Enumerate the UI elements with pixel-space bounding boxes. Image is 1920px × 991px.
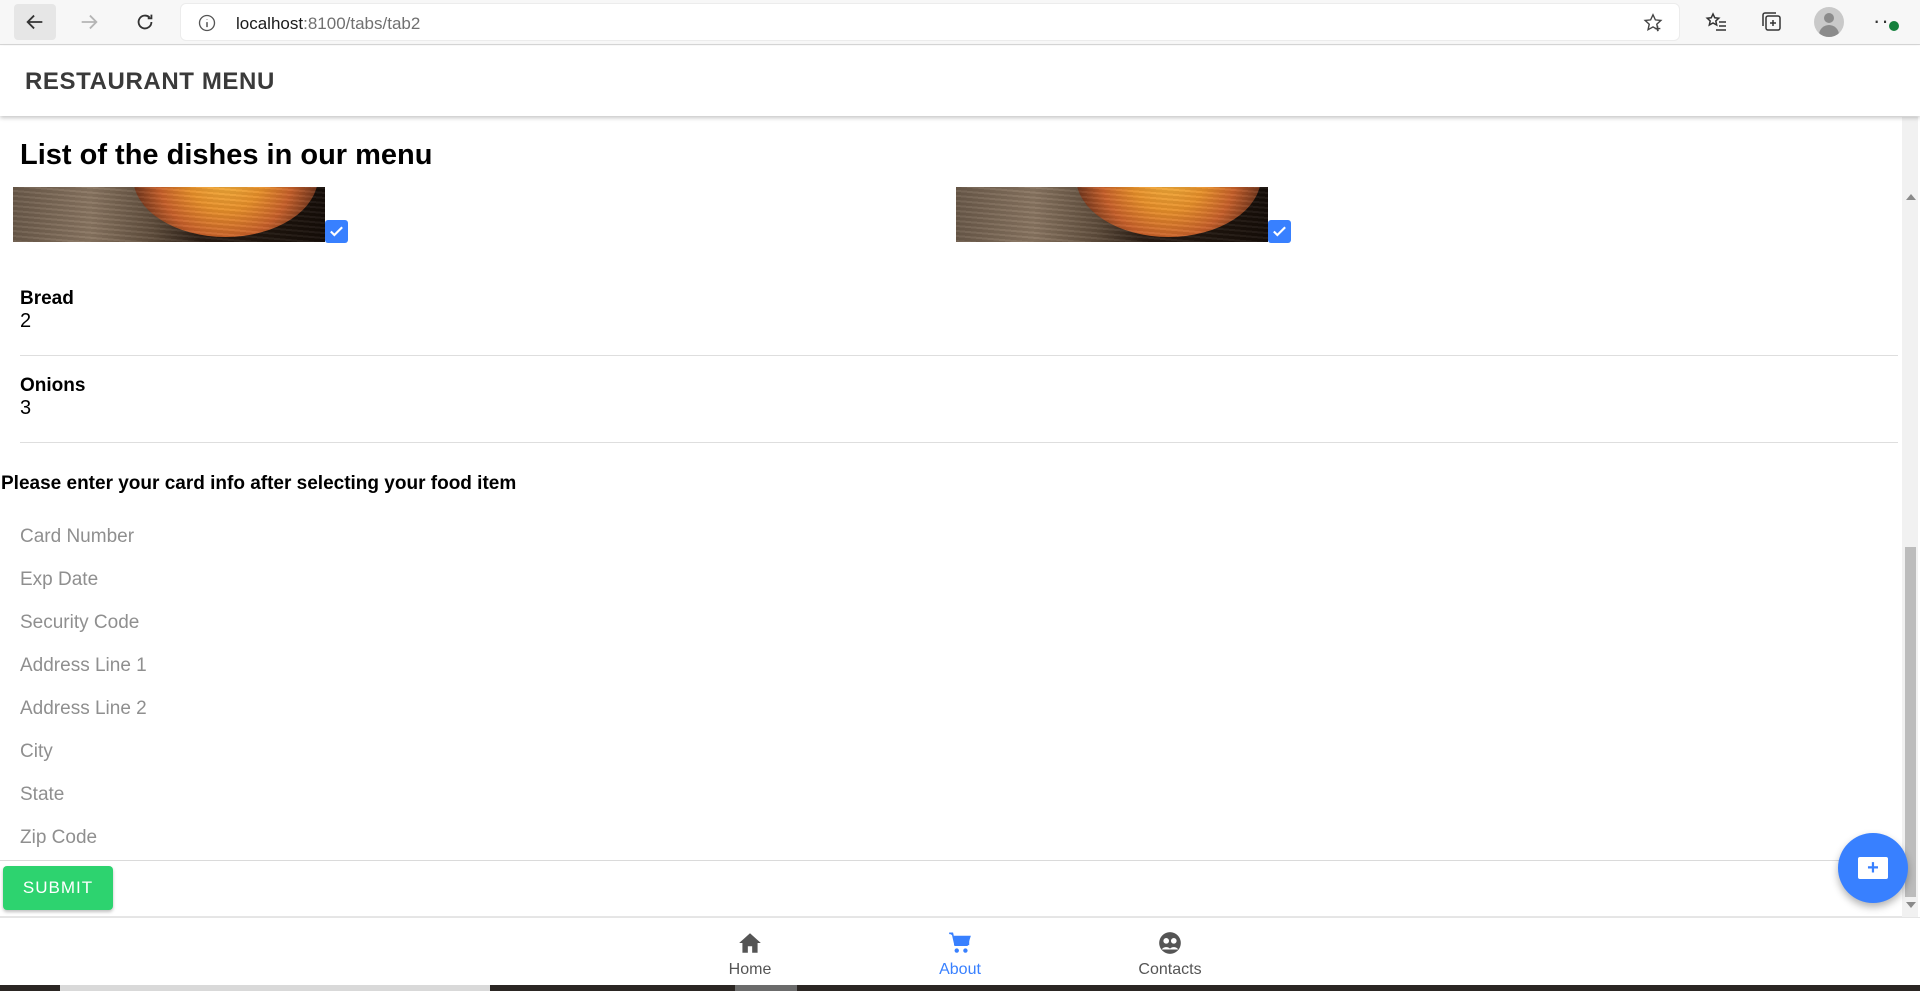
dish-checkbox[interactable] (1268, 220, 1291, 243)
dish-quantity: 3 (20, 397, 32, 419)
checkmark-icon (1273, 226, 1286, 237)
tab-home[interactable]: Home (690, 918, 810, 986)
browser-toolbar: localhost:8100/tabs/tab2 ··· (0, 0, 1920, 45)
security-code-input[interactable] (20, 606, 1880, 640)
address-bar[interactable]: localhost:8100/tabs/tab2 (180, 3, 1680, 41)
state-input[interactable] (20, 778, 1880, 812)
content-scrollbar[interactable] (1902, 117, 1918, 917)
tab-label: About (939, 961, 981, 978)
tab-label: Home (728, 961, 772, 978)
dish-image (13, 187, 325, 242)
submit-row: SUBMIT (0, 860, 1904, 917)
main-content: List of the dishes in our menu Bread 2 O… (0, 117, 1920, 917)
collections-icon (1762, 12, 1781, 31)
reload-button[interactable] (124, 4, 166, 40)
add-favorite-icon[interactable] (1641, 12, 1665, 34)
tab-contacts[interactable]: Contacts (1110, 918, 1230, 986)
favorites-icon (1705, 12, 1726, 31)
collections-button[interactable] (1758, 8, 1786, 36)
bottom-tab-bar: Home About Contacts (0, 917, 1920, 985)
scroll-up-arrow-icon[interactable] (1906, 194, 1916, 200)
update-badge-icon (1887, 19, 1901, 33)
os-taskbar-edge (0, 985, 1920, 991)
cart-icon (949, 932, 971, 953)
city-input[interactable] (20, 735, 1880, 769)
people-icon (1159, 932, 1181, 954)
add-fab-button[interactable]: + (1838, 833, 1908, 903)
scrollbar-thumb[interactable] (1905, 547, 1916, 897)
add-icon: + (1858, 857, 1888, 879)
dish-name: Onions (20, 375, 86, 396)
dish-quantity: 2 (20, 310, 32, 332)
submit-button[interactable]: SUBMIT (3, 866, 113, 910)
favorites-button[interactable] (1702, 8, 1730, 36)
dish-list-item[interactable]: Bread 2 (20, 269, 1898, 356)
app-header: RESTAURANT MENU (0, 46, 1920, 116)
profile-avatar[interactable] (1814, 7, 1844, 37)
home-icon (739, 933, 761, 953)
forward-arrow-icon (81, 14, 98, 30)
dish-name: Bread (20, 288, 74, 309)
page-heading: List of the dishes in our menu (20, 139, 433, 171)
card-info-prompt: Please enter your card info after select… (1, 473, 517, 494)
checkmark-icon (330, 226, 343, 237)
address-line-1-input[interactable] (20, 649, 1880, 683)
info-icon[interactable] (197, 13, 217, 33)
dish-list-item[interactable]: Onions 3 (20, 356, 1898, 443)
app-title: RESTAURANT MENU (25, 68, 275, 95)
scroll-down-arrow-icon[interactable] (1906, 902, 1916, 908)
address-line-2-input[interactable] (20, 692, 1880, 726)
dish-image (956, 187, 1268, 242)
dish-checkbox[interactable] (325, 220, 348, 243)
url-text: localhost:8100/tabs/tab2 (236, 14, 421, 33)
back-button[interactable] (14, 4, 56, 40)
back-arrow-icon (26, 14, 43, 30)
forward-button[interactable] (68, 4, 110, 40)
tab-about[interactable]: About (900, 918, 1020, 986)
exp-date-input[interactable] (20, 563, 1880, 597)
reload-icon (137, 14, 153, 30)
zip-code-input[interactable] (20, 821, 1880, 855)
tab-label: Contacts (1138, 961, 1202, 978)
card-number-input[interactable] (20, 520, 1880, 554)
